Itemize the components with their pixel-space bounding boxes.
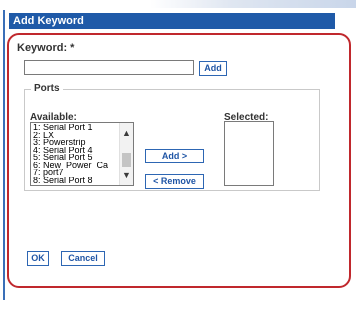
selected-ports-list[interactable] (224, 121, 274, 186)
add-port-button[interactable]: Add > (145, 149, 204, 163)
add-keyword-page: Add Keyword Keyword: * Add Ports Availab… (0, 0, 356, 313)
available-ports-list[interactable]: 1: Serial Port 1 2: LX 3: Powerstrip 4: … (30, 122, 134, 186)
list-item[interactable]: 4: Serial Port 4 (33, 147, 119, 155)
header-swoosh (150, 0, 356, 8)
ports-legend: Ports (31, 83, 63, 94)
list-item[interactable]: 1: Serial Port 1 (33, 124, 119, 132)
ok-button[interactable]: OK (27, 251, 49, 266)
list-item[interactable]: 6: New_Power_Ca (33, 162, 119, 170)
available-scrollbar[interactable]: ▲ ▼ (119, 123, 133, 185)
list-item[interactable]: 2: LX (33, 132, 119, 140)
list-item[interactable]: 8: Serial Port 8 (33, 177, 119, 185)
left-divider (3, 10, 5, 300)
scroll-thumb[interactable] (122, 153, 131, 167)
dialog-title: Add Keyword (9, 13, 335, 29)
available-items: 1: Serial Port 1 2: LX 3: Powerstrip 4: … (33, 124, 119, 184)
chevron-down-icon[interactable]: ▼ (120, 169, 133, 181)
remove-port-button[interactable]: < Remove (145, 174, 204, 189)
list-item[interactable]: 5: Serial Port 5 (33, 154, 119, 162)
list-item[interactable]: 7: port7 (33, 169, 119, 177)
keyword-label: Keyword: * (17, 42, 75, 54)
cancel-button[interactable]: Cancel (61, 251, 105, 266)
keyword-input[interactable] (24, 60, 194, 75)
list-item[interactable]: 3: Powerstrip (33, 139, 119, 147)
chevron-up-icon[interactable]: ▲ (120, 127, 133, 139)
add-keyword-button[interactable]: Add (199, 61, 227, 76)
